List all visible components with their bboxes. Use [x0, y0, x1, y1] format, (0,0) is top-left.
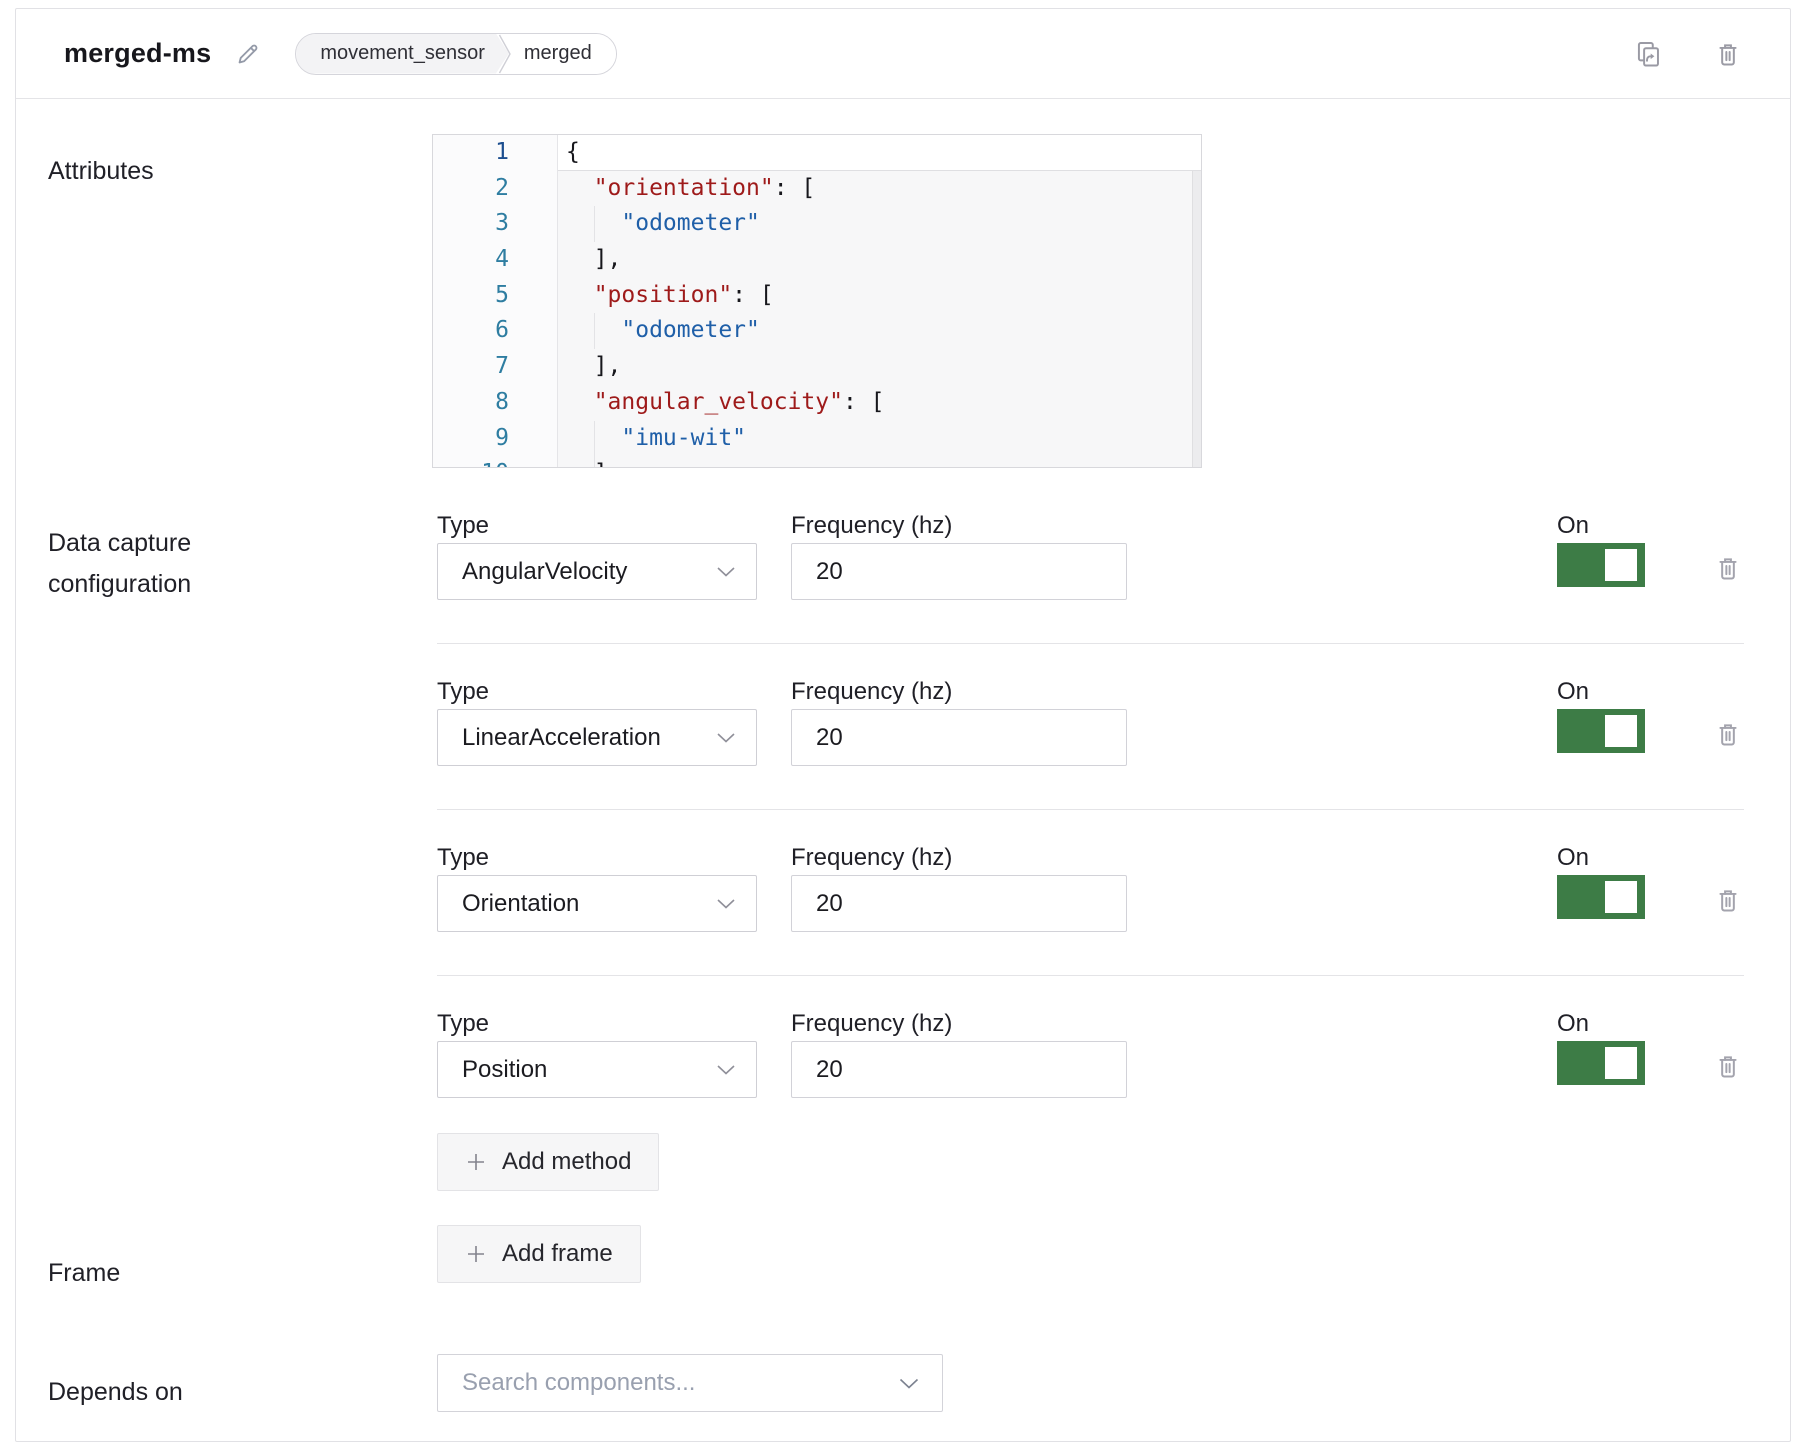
- delete-method-icon[interactable]: [1714, 720, 1742, 748]
- breadcrumb-model: merged: [512, 34, 616, 74]
- code-lines: 1{2 "orientation": [3 "odometer"4 ],5 "p…: [433, 135, 1201, 468]
- depends-on-label: Depends on: [48, 1372, 183, 1413]
- frequency-value: 20: [816, 558, 843, 586]
- code-line: 10 ]: [433, 456, 1201, 468]
- type-select-value: AngularVelocity: [462, 558, 716, 586]
- capture-toggle[interactable]: [1557, 1041, 1645, 1085]
- toggle-knob: [1605, 549, 1637, 581]
- type-select[interactable]: Orientation: [437, 875, 757, 932]
- toggle-knob: [1605, 715, 1637, 747]
- frequency-value: 20: [816, 1056, 843, 1084]
- data-capture-label: Data capture configuration: [48, 523, 268, 605]
- type-label: Type: [437, 844, 757, 872]
- chevron-down-icon: [716, 566, 736, 578]
- code-line: 6 "odometer": [433, 313, 1201, 349]
- delete-method-icon[interactable]: [1714, 1052, 1742, 1080]
- type-select-value: Position: [462, 1056, 716, 1084]
- code-line: 4 ],: [433, 242, 1201, 278]
- frequency-label: Frequency (hz): [791, 844, 1127, 872]
- frequency-label: Frequency (hz): [791, 512, 1127, 540]
- frequency-label: Frequency (hz): [791, 678, 1127, 706]
- component-card: merged-ms movement_sensor merged: [15, 8, 1791, 1442]
- type-label: Type: [437, 678, 757, 706]
- depends-on-select[interactable]: Search components...: [437, 1354, 943, 1412]
- type-select[interactable]: AngularVelocity: [437, 543, 757, 600]
- capture-toggle[interactable]: [1557, 875, 1645, 919]
- on-label: On: [1557, 844, 1645, 872]
- frame-label: Frame: [48, 1253, 120, 1294]
- chevron-down-icon: [898, 1377, 920, 1390]
- frequency-value: 20: [816, 724, 843, 752]
- code-line: 2 "orientation": [: [433, 171, 1201, 207]
- delete-method-icon[interactable]: [1714, 886, 1742, 914]
- type-label: Type: [437, 1010, 757, 1038]
- component-header: merged-ms movement_sensor merged: [16, 9, 1790, 99]
- data-capture-row: Type AngularVelocity Frequency (hz) 20 O…: [437, 512, 1744, 644]
- frequency-input[interactable]: 20: [791, 709, 1127, 766]
- type-select-value: LinearAcceleration: [462, 724, 716, 752]
- frequency-input[interactable]: 20: [791, 875, 1127, 932]
- code-line: 7 ],: [433, 349, 1201, 385]
- breadcrumb-type: movement_sensor: [296, 34, 509, 74]
- type-select-value: Orientation: [462, 890, 716, 918]
- type-label: Type: [437, 512, 757, 540]
- plus-icon: [465, 1151, 487, 1173]
- type-select[interactable]: LinearAcceleration: [437, 709, 757, 766]
- component-name: merged-ms: [64, 38, 211, 69]
- delete-method-icon[interactable]: [1714, 554, 1742, 582]
- chevron-down-icon: [716, 732, 736, 744]
- add-frame-button[interactable]: Add frame: [437, 1225, 641, 1283]
- component-body: Attributes 1{2 "orientation": [3 "odomet…: [16, 99, 1790, 1441]
- toggle-knob: [1605, 881, 1637, 913]
- data-capture-row: Type Position Frequency (hz) 20 On: [437, 1010, 1744, 1098]
- add-method-label: Add method: [502, 1148, 631, 1176]
- depends-on-placeholder: Search components...: [462, 1369, 898, 1397]
- chevron-down-icon: [716, 1064, 736, 1076]
- delete-component-icon[interactable]: [1714, 40, 1742, 68]
- breadcrumb: movement_sensor merged: [295, 33, 616, 75]
- on-label: On: [1557, 678, 1645, 706]
- add-method-button[interactable]: Add method: [437, 1133, 659, 1191]
- code-line: 3 "odometer": [433, 206, 1201, 242]
- data-capture-row: Type LinearAcceleration Frequency (hz) 2…: [437, 678, 1744, 810]
- capture-toggle[interactable]: [1557, 709, 1645, 753]
- chevron-down-icon: [716, 898, 736, 910]
- on-label: On: [1557, 1010, 1645, 1038]
- data-capture-row: Type Orientation Frequency (hz) 20 On: [437, 844, 1744, 976]
- type-select[interactable]: Position: [437, 1041, 757, 1098]
- plus-icon: [465, 1243, 487, 1265]
- capture-toggle[interactable]: [1557, 543, 1645, 587]
- on-label: On: [1557, 512, 1645, 540]
- frequency-input[interactable]: 20: [791, 543, 1127, 600]
- capture-rows: Type AngularVelocity Frequency (hz) 20 O…: [437, 512, 1744, 1098]
- frequency-input[interactable]: 20: [791, 1041, 1127, 1098]
- attributes-label: Attributes: [48, 151, 154, 192]
- code-line: 8 "angular_velocity": [: [433, 385, 1201, 421]
- code-line: 9 "imu-wit": [433, 421, 1201, 457]
- frequency-value: 20: [816, 890, 843, 918]
- toggle-knob: [1605, 1047, 1637, 1079]
- code-line: 1{: [433, 135, 1201, 171]
- frequency-label: Frequency (hz): [791, 1010, 1127, 1038]
- duplicate-component-icon[interactable]: [1632, 39, 1662, 69]
- edit-name-icon[interactable]: [235, 41, 261, 67]
- code-line: 5 "position": [: [433, 278, 1201, 314]
- form-area: Type AngularVelocity Frequency (hz) 20 O…: [437, 512, 1744, 1412]
- add-frame-label: Add frame: [502, 1240, 613, 1268]
- attributes-code-editor[interactable]: 1{2 "orientation": [3 "odometer"4 ],5 "p…: [432, 134, 1202, 468]
